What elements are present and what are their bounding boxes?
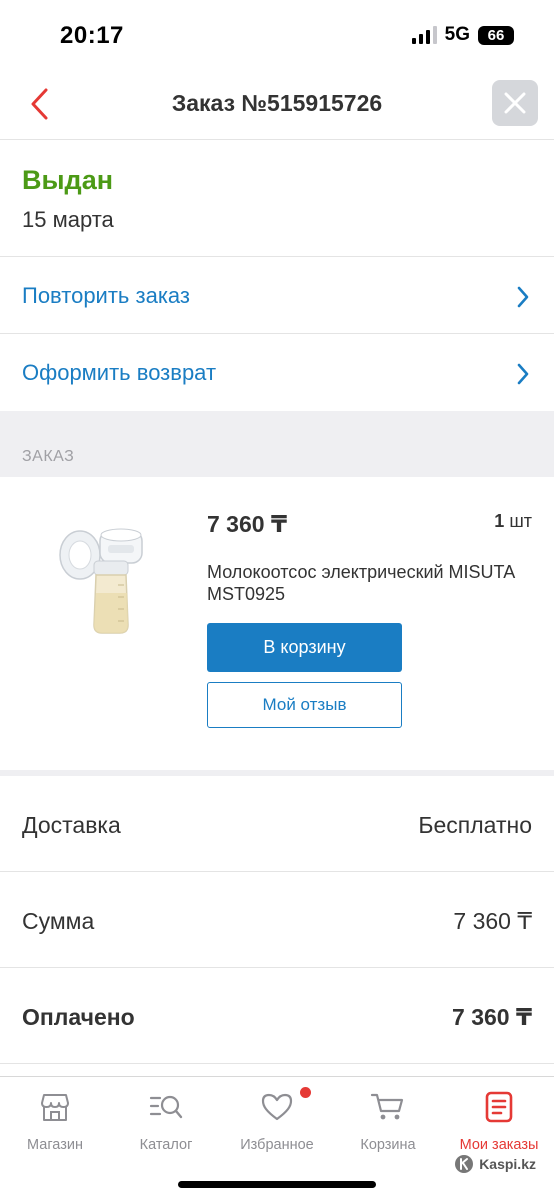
order-status-label: Выдан (22, 165, 114, 195)
order-section-header: ЗАКАЗ (0, 411, 554, 477)
order-section-title: ЗАКАЗ (22, 448, 75, 465)
tab-shop[interactable]: Магазин (0, 1089, 110, 1153)
tab-cart[interactable]: Корзина (333, 1089, 443, 1153)
tab-catalog-label: Каталог (139, 1137, 193, 1153)
status-time: 20:17 (60, 22, 124, 49)
catalog-search-icon (149, 1095, 183, 1119)
product-price: 7 360 ₸ (207, 511, 287, 537)
delivery-row: Доставка Бесплатно (0, 776, 554, 872)
chevron-right-icon (517, 363, 529, 385)
tab-my-orders[interactable]: Мои заказы (444, 1089, 554, 1153)
tab-my-orders-label: Мои заказы (459, 1137, 539, 1153)
order-status-date: 15 марта (22, 207, 114, 232)
chevron-right-icon (517, 286, 529, 308)
orders-list-icon (485, 1091, 513, 1123)
tab-favorites-label: Избранное (240, 1137, 314, 1153)
add-to-cart-button[interactable]: В корзину (207, 623, 402, 672)
signal-icon (411, 26, 437, 44)
paid-row: Оплачено 7 360 ₸ (0, 968, 554, 1064)
product-card: 7 360 ₸ 1 шт Молокоотсос электрический M… (0, 477, 554, 770)
return-order-label: Оформить возврат (22, 360, 217, 385)
status-indicators: 5G 66 (411, 24, 514, 46)
tab-shop-label: Магазин (27, 1137, 83, 1153)
battery-icon: 66 (478, 25, 514, 45)
network-type: 5G (444, 24, 470, 45)
home-indicator[interactable] (178, 1181, 376, 1188)
breast-pump-image (59, 528, 143, 634)
shop-icon (41, 1094, 69, 1121)
sum-row: Сумма 7 360 ₸ (0, 872, 554, 968)
tab-favorites[interactable]: Избранное (222, 1087, 332, 1153)
sum-label: Сумма (22, 908, 95, 934)
header: Заказ №515915726 (0, 70, 554, 140)
heart-icon (261, 1093, 293, 1121)
watermark-text: Kaspi.kz (479, 1156, 536, 1172)
delivery-value: Бесплатно (418, 812, 532, 838)
close-icon (504, 92, 526, 114)
sum-value: 7 360 ₸ (453, 908, 532, 934)
status-bar: 20:17 5G 66 (0, 0, 554, 70)
product-name[interactable]: Молокоотсос электрический MISUTA MST0925 (207, 561, 527, 605)
cart-icon (370, 1093, 404, 1120)
repeat-order-label: Повторить заказ (22, 283, 190, 308)
product-quantity-unit: шт (509, 511, 532, 531)
kaspi-logo-icon (455, 1155, 474, 1173)
return-order-row[interactable]: Оформить возврат (0, 334, 554, 411)
tab-catalog[interactable]: Каталог (111, 1089, 221, 1153)
page-title: Заказ №515915726 (171, 90, 383, 116)
repeat-order-row[interactable]: Повторить заказ (0, 257, 554, 334)
close-button[interactable] (492, 80, 538, 126)
product-image[interactable] (48, 519, 158, 639)
paid-value: 7 360 ₸ (452, 1004, 532, 1030)
product-quantity-number: 1 (494, 511, 505, 531)
delivery-label: Доставка (22, 812, 121, 838)
product-quantity: 1 шт (494, 511, 532, 532)
my-review-button[interactable]: Мой отзыв (207, 682, 402, 728)
notification-dot (300, 1087, 311, 1098)
kaspi-watermark: Kaspi.kz (454, 1154, 536, 1174)
order-status-block: Выдан 15 марта (0, 141, 554, 257)
tab-cart-label: Корзина (360, 1137, 416, 1153)
paid-label: Оплачено (22, 1004, 135, 1030)
